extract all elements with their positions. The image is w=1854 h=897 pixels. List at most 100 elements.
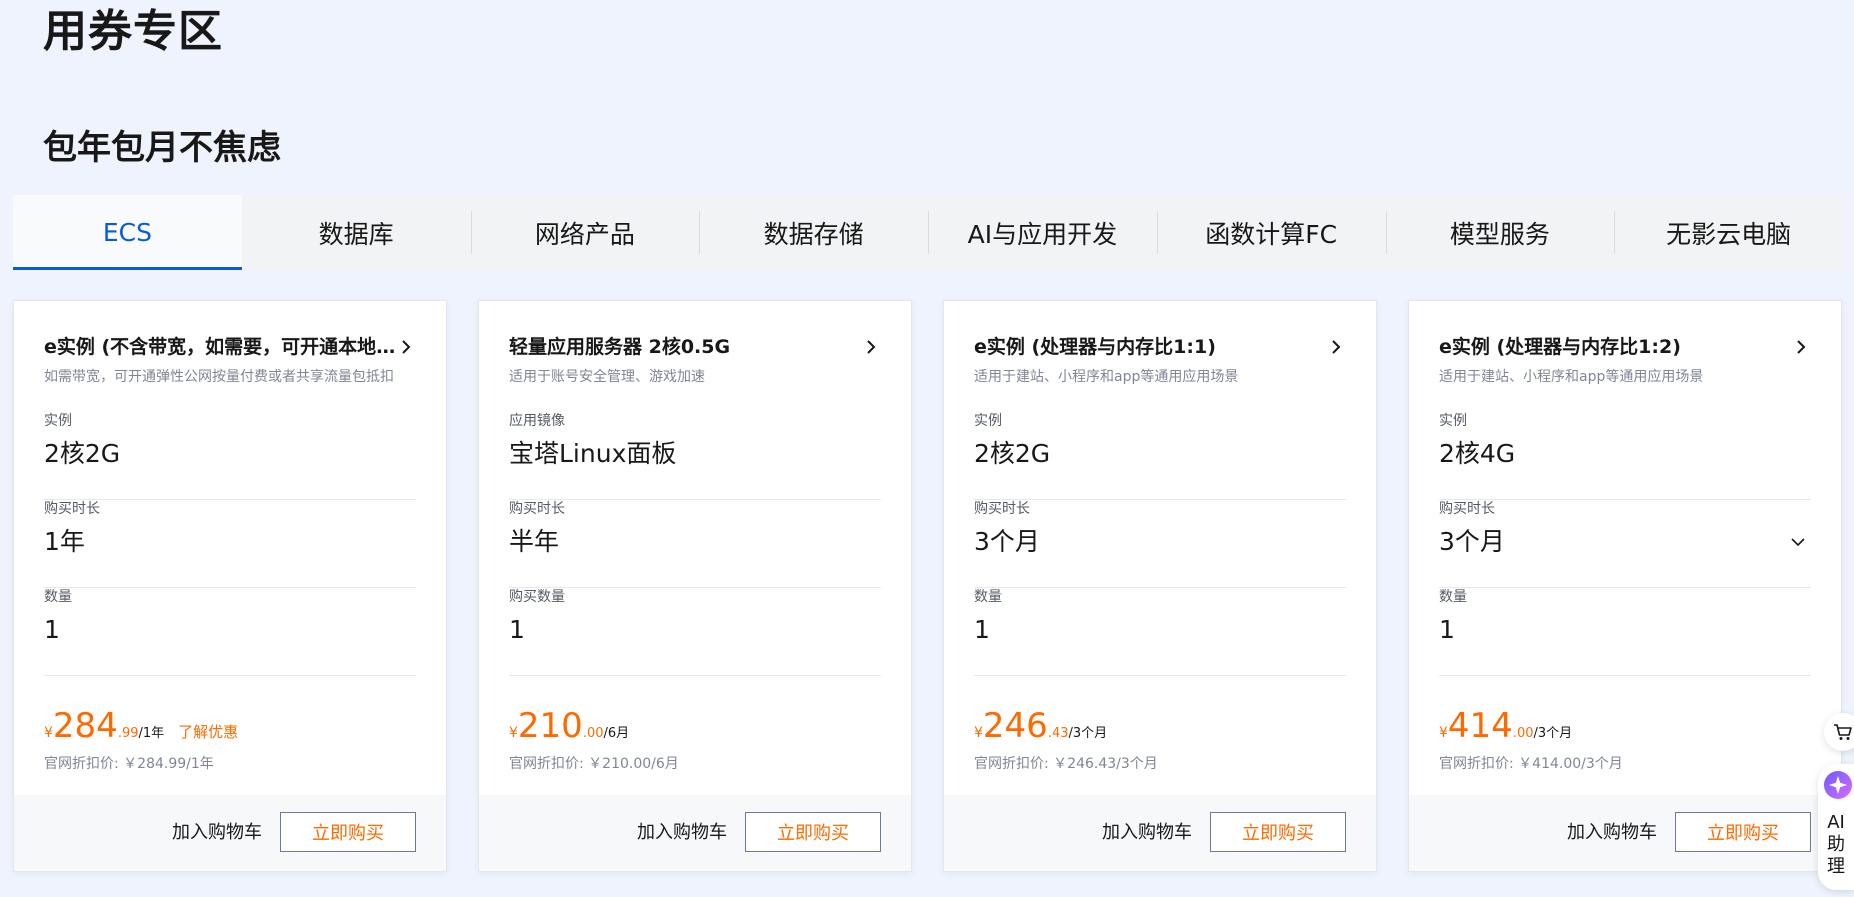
cart-icon bbox=[1834, 724, 1852, 740]
original-price: 官网折扣价: ￥284.99/1年 bbox=[44, 756, 214, 772]
price-currency: ¥ bbox=[1439, 725, 1448, 741]
product-cards: e实例 (不含带宽，如需要，可开通本地带宽) 如需带宽，可开通弹性公网按量付费或… bbox=[13, 300, 1843, 874]
price-decimal: .43 bbox=[1047, 726, 1069, 741]
field-instance[interactable]: 实例 2核2G bbox=[44, 411, 416, 500]
field-value: 1 bbox=[974, 615, 990, 644]
price: ¥210.00/6月 bbox=[509, 706, 881, 750]
price-currency: ¥ bbox=[509, 725, 518, 741]
field-value: 2核4G bbox=[1439, 439, 1516, 468]
chevron-right-icon[interactable] bbox=[1326, 337, 1346, 357]
ai-assistant-label: AI助理 bbox=[1827, 812, 1845, 877]
tab-ai-dev[interactable]: AI与应用开发 bbox=[928, 195, 1157, 270]
field-label: 数量 bbox=[974, 589, 1002, 605]
price-unit: /3个月 bbox=[1533, 726, 1573, 741]
price-unit: /3个月 bbox=[1068, 726, 1108, 741]
field-quantity[interactable]: 数量 1 bbox=[974, 587, 1346, 676]
price-decimal: .00 bbox=[582, 726, 604, 741]
product-card: e实例 (处理器与内存比1:1) 适用于建站、小程序和app等通用应用场景 实例… bbox=[943, 300, 1377, 872]
card-title[interactable]: e实例 (不含带宽，如需要，可开通本地带宽) bbox=[44, 333, 404, 361]
field-duration[interactable]: 购买时长 3个月 bbox=[974, 499, 1346, 588]
field-quantity[interactable]: 数量 1 bbox=[1439, 587, 1811, 676]
card-title[interactable]: e实例 (处理器与内存比1:1) bbox=[974, 333, 1334, 361]
field-image[interactable]: 应用镜像 宝塔Linux面板 bbox=[509, 411, 881, 500]
field-value: 半年 bbox=[509, 527, 560, 556]
original-price: 官网折扣价: ￥414.00/3个月 bbox=[1439, 756, 1623, 772]
add-to-cart-button[interactable]: 加入购物车 bbox=[637, 813, 727, 853]
field-duration-select[interactable]: 购买时长 3个月 bbox=[1439, 499, 1811, 588]
field-duration[interactable]: 购买时长 半年 bbox=[509, 499, 881, 588]
product-card: e实例 (不含带宽，如需要，可开通本地带宽) 如需带宽，可开通弹性公网按量付费或… bbox=[13, 300, 447, 872]
page-title: 用券专区 bbox=[43, 6, 223, 57]
price-unit: /6月 bbox=[603, 726, 630, 741]
chevron-right-icon[interactable] bbox=[396, 337, 416, 357]
card-footer: 加入购物车 立即购买 bbox=[1409, 795, 1841, 871]
field-value: 1 bbox=[1439, 615, 1455, 644]
add-to-cart-button[interactable]: 加入购物车 bbox=[172, 813, 262, 853]
floating-cart-button[interactable] bbox=[1824, 713, 1854, 751]
card-header[interactable]: e实例 (处理器与内存比1:1) bbox=[974, 333, 1346, 361]
card-subtitle: 适用于建站、小程序和app等通用应用场景 bbox=[1439, 369, 1704, 385]
field-label: 实例 bbox=[1439, 413, 1467, 429]
field-label: 数量 bbox=[1439, 589, 1467, 605]
field-label: 购买时长 bbox=[44, 501, 100, 517]
field-instance[interactable]: 实例 2核2G bbox=[974, 411, 1346, 500]
field-label: 购买时长 bbox=[974, 501, 1030, 517]
chevron-down-icon[interactable] bbox=[1789, 533, 1807, 551]
field-label: 应用镜像 bbox=[509, 413, 565, 429]
product-tabs: ECS 数据库 网络产品 数据存储 AI与应用开发 函数计算FC 模型服务 无影… bbox=[13, 195, 1843, 270]
ai-assistant-button[interactable]: AI助理 bbox=[1818, 764, 1854, 890]
product-card: 轻量应用服务器 2核0.5G 适用于账号安全管理、游戏加速 应用镜像 宝塔Lin… bbox=[478, 300, 912, 872]
buy-now-button[interactable]: 立即购买 bbox=[1210, 812, 1346, 852]
field-label: 购买时长 bbox=[1439, 501, 1495, 517]
card-title[interactable]: e实例 (处理器与内存比1:2) bbox=[1439, 333, 1799, 361]
section-title: 包年包月不焦虑 bbox=[43, 128, 281, 168]
field-value: 1 bbox=[44, 615, 60, 644]
card-header[interactable]: e实例 (处理器与内存比1:2) bbox=[1439, 333, 1811, 361]
promo-link[interactable]: 了解优惠 bbox=[178, 721, 238, 742]
field-value: 3个月 bbox=[1439, 527, 1505, 556]
chevron-right-icon[interactable] bbox=[861, 337, 881, 357]
tab-ecs[interactable]: ECS bbox=[13, 195, 242, 270]
price-unit: /1年 bbox=[138, 726, 165, 741]
card-subtitle: 如需带宽，可开通弹性公网按量付费或者共享流量包抵扣 bbox=[44, 369, 394, 385]
price: ¥284.99/1年 了解优惠 bbox=[44, 706, 416, 750]
buy-now-button[interactable]: 立即购买 bbox=[1675, 812, 1811, 852]
card-header[interactable]: e实例 (不含带宽，如需要，可开通本地带宽) bbox=[44, 333, 416, 361]
price-currency: ¥ bbox=[44, 725, 53, 741]
field-value: 2核2G bbox=[974, 439, 1051, 468]
buy-now-button[interactable]: 立即购买 bbox=[745, 812, 881, 852]
tab-fc[interactable]: 函数计算FC bbox=[1156, 195, 1386, 270]
tab-storage[interactable]: 数据存储 bbox=[699, 195, 928, 270]
price-decimal: .99 bbox=[117, 726, 139, 741]
card-title[interactable]: 轻量应用服务器 2核0.5G bbox=[509, 333, 869, 361]
original-price: 官网折扣价: ￥210.00/6月 bbox=[509, 756, 679, 772]
price-integer: 284 bbox=[52, 706, 118, 746]
chevron-right-icon[interactable] bbox=[1791, 337, 1811, 357]
tab-network[interactable]: 网络产品 bbox=[470, 195, 700, 270]
field-label: 实例 bbox=[974, 413, 1002, 429]
price-integer: 210 bbox=[517, 706, 583, 746]
field-value: 1年 bbox=[44, 527, 85, 556]
card-subtitle: 适用于账号安全管理、游戏加速 bbox=[509, 369, 705, 385]
card-header[interactable]: 轻量应用服务器 2核0.5G bbox=[509, 333, 881, 361]
field-instance[interactable]: 实例 2核4G bbox=[1439, 411, 1811, 500]
card-footer: 加入购物车 立即购买 bbox=[479, 795, 911, 871]
price: ¥246.43/3个月 bbox=[974, 706, 1346, 750]
field-label: 数量 bbox=[44, 589, 72, 605]
buy-now-button[interactable]: 立即购买 bbox=[280, 812, 416, 852]
field-quantity[interactable]: 数量 1 bbox=[44, 587, 416, 676]
tab-model-service[interactable]: 模型服务 bbox=[1385, 195, 1615, 270]
field-quantity[interactable]: 购买数量 1 bbox=[509, 587, 881, 676]
tab-database[interactable]: 数据库 bbox=[242, 195, 471, 270]
field-label: 购买时长 bbox=[509, 501, 565, 517]
field-value: 2核2G bbox=[44, 439, 121, 468]
field-value: 1 bbox=[509, 615, 525, 644]
add-to-cart-button[interactable]: 加入购物车 bbox=[1102, 813, 1192, 853]
tab-cloud-pc[interactable]: 无影云电脑 bbox=[1614, 195, 1843, 270]
price: ¥414.00/3个月 bbox=[1439, 706, 1811, 750]
field-label: 实例 bbox=[44, 413, 72, 429]
add-to-cart-button[interactable]: 加入购物车 bbox=[1567, 813, 1657, 853]
card-footer: 加入购物车 立即购买 bbox=[14, 795, 446, 871]
field-duration[interactable]: 购买时长 1年 bbox=[44, 499, 416, 588]
original-price: 官网折扣价: ￥246.43/3个月 bbox=[974, 756, 1158, 772]
